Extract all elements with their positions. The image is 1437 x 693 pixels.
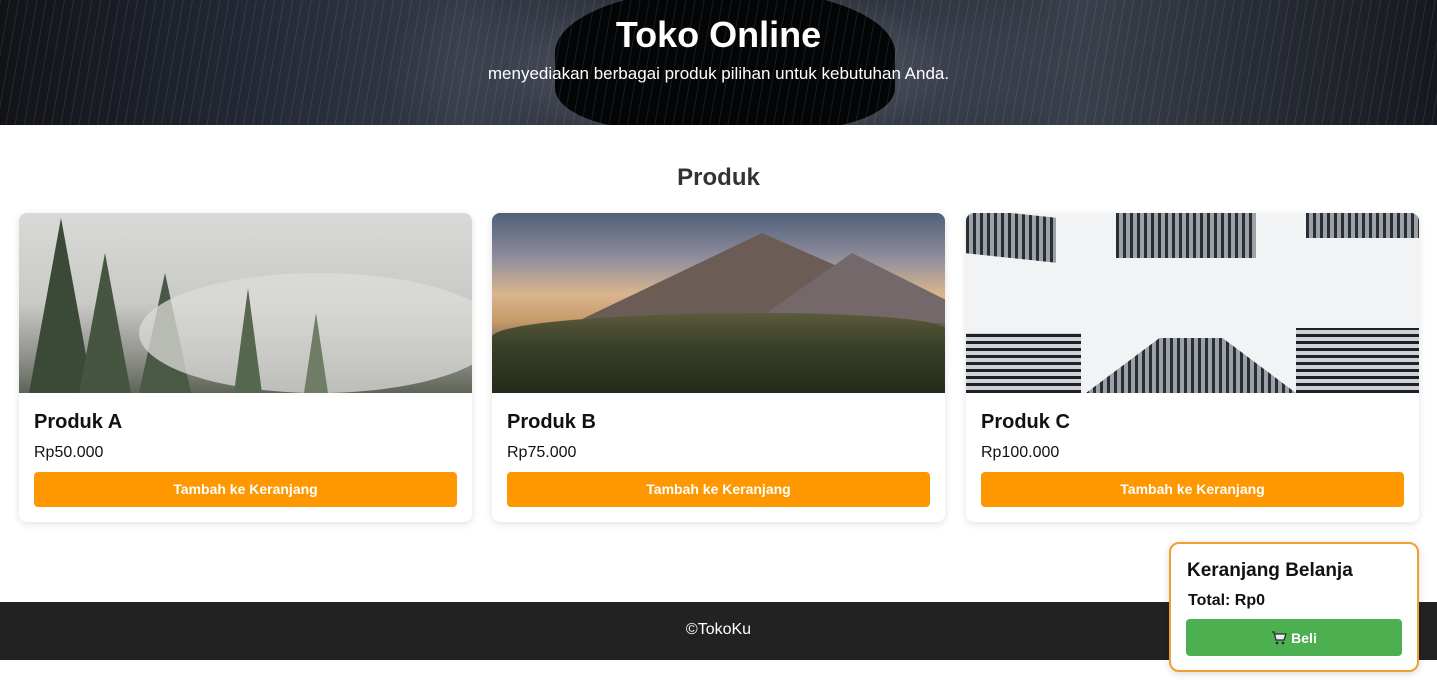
product-card-c: Produk C Rp100.000 Tambah ke Keranjang xyxy=(966,213,1419,522)
product-name: Produk C xyxy=(981,411,1070,433)
add-to-cart-button-b[interactable]: Tambah ke Keranjang xyxy=(507,472,930,507)
product-card-a: Produk A Rp50.000 Tambah ke Keranjang xyxy=(19,213,472,522)
site-title: Toko Online xyxy=(615,14,822,55)
site-subtitle: menyediakan berbagai produk pilihan untu… xyxy=(487,64,950,83)
product-image-b xyxy=(492,213,945,393)
hero-banner: Toko Online menyediakan berbagai produk … xyxy=(0,0,1437,125)
cart-title: Keranjang Belanja xyxy=(1187,560,1353,581)
product-name: Produk A xyxy=(34,411,123,433)
product-price: Rp50.000 xyxy=(34,444,104,461)
product-price: Rp75.000 xyxy=(507,444,577,461)
cart-total: Total: Rp0 xyxy=(1188,592,1266,609)
add-to-cart-button-c[interactable]: Tambah ke Keranjang xyxy=(981,472,1404,507)
product-name: Produk B xyxy=(507,411,596,433)
product-image-a xyxy=(19,213,472,393)
add-to-cart-button-a[interactable]: Tambah ke Keranjang xyxy=(34,472,457,507)
products-heading: Produk xyxy=(677,164,760,191)
product-image-c xyxy=(966,213,1419,393)
buy-button-label: Beli xyxy=(1291,629,1317,646)
shopping-cart-panel: Keranjang Belanja Total: Rp0 Beli xyxy=(1169,542,1419,672)
product-card-b: Produk B Rp75.000 Tambah ke Keranjang xyxy=(492,213,945,522)
buy-button[interactable]: Beli xyxy=(1186,619,1402,656)
shopping-cart-icon xyxy=(1271,630,1287,645)
product-price: Rp100.000 xyxy=(981,444,1060,461)
